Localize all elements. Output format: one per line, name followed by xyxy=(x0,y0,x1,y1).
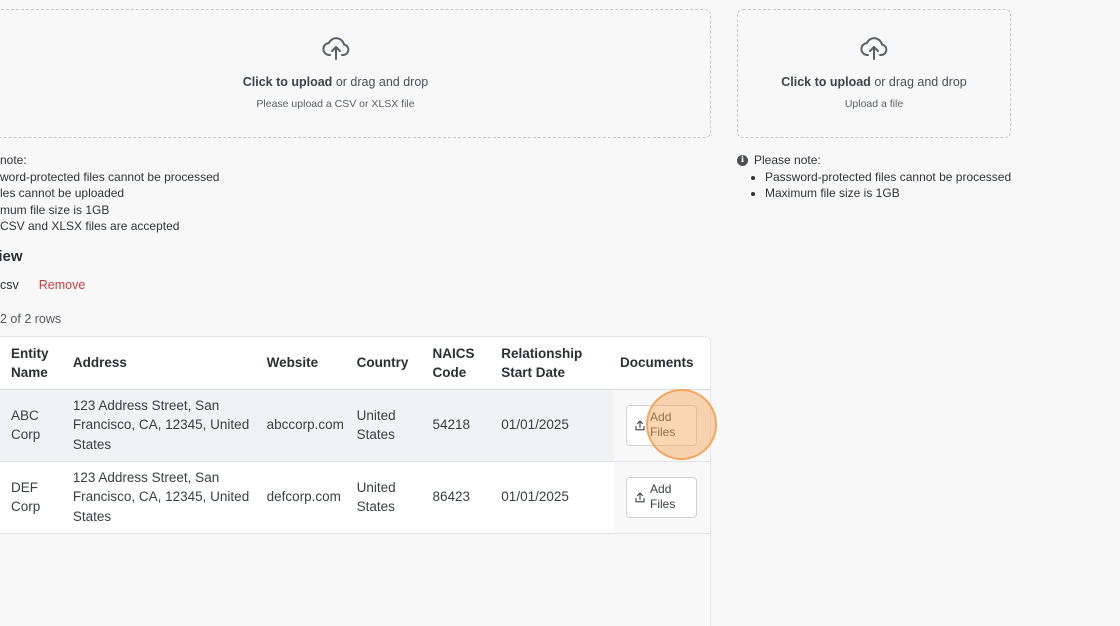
cell-website: defcorp.com xyxy=(260,461,351,534)
note-item: mum file size is 1GB xyxy=(0,202,110,217)
cell-country: United States xyxy=(350,389,427,462)
table-header-row: Entity Name Address Website Country NAIC… xyxy=(0,337,710,390)
note-item: Password-protected files cannot be proce… xyxy=(765,169,1011,186)
cell-relationship-start-date: 01/01/2025 xyxy=(495,461,615,534)
notes-heading: Please note: xyxy=(754,153,821,167)
cell-relationship-start-date: 01/01/2025 xyxy=(495,389,615,462)
cell-address: 123 Address Street, San Francisco, CA, 1… xyxy=(66,389,261,462)
add-files-label: Add Files xyxy=(650,409,676,440)
upload-cta: Click to upload or drag and drop xyxy=(0,75,710,89)
primary-upload-notes: note: word-protected files cannot be pro… xyxy=(0,152,219,235)
preview-table-container: Entity Name Address Website Country NAIC… xyxy=(0,336,711,626)
table-row: ABC Corp 123 Address Street, San Francis… xyxy=(0,389,710,462)
note-item: CSV and XLSX files are accepted xyxy=(0,219,180,233)
info-icon: i xyxy=(737,154,748,166)
upload-hint: Upload a file xyxy=(844,98,904,110)
upload-icon xyxy=(635,420,645,430)
remove-file-link[interactable]: Remove xyxy=(39,278,86,292)
header-documents: Documents xyxy=(614,337,710,390)
click-to-upload-text[interactable]: Click to upload xyxy=(781,75,871,89)
secondary-upload-dropzone[interactable]: Click to upload or drag and drop Upload … xyxy=(737,9,1011,138)
cell-country: United States xyxy=(350,461,427,534)
cell-entity-name: DEF Corp xyxy=(0,461,67,534)
note-item: Maximum file size is 1GB xyxy=(765,185,1011,202)
click-to-upload-text[interactable]: Click to upload xyxy=(243,75,333,89)
cell-website: abccorp.com xyxy=(260,389,351,462)
header-relationship-start-date: Relationship Start Date xyxy=(495,337,615,390)
cell-naics-code: 54218 xyxy=(426,389,496,462)
upload-cta: Click to upload or drag and drop xyxy=(738,75,1010,89)
header-address: Address xyxy=(66,337,261,390)
page: Click to upload or drag and drop Please … xyxy=(0,0,1120,626)
notes-heading: note: xyxy=(0,153,27,167)
cloud-upload-icon xyxy=(860,37,888,60)
upload-icon xyxy=(635,492,645,502)
notes-heading-row: i Please note: xyxy=(737,152,1011,169)
note-item: word-protected files cannot be processed xyxy=(0,169,220,184)
drag-drop-text: or drag and drop xyxy=(874,75,967,89)
secondary-upload-notes: i Please note: Password-protected files … xyxy=(737,152,1011,202)
uploaded-file-line: csv Remove xyxy=(0,278,85,292)
uploaded-file-name: csv xyxy=(0,278,19,292)
header-entity-name: Entity Name xyxy=(0,337,67,390)
table-row: DEF Corp 123 Address Street, San Francis… xyxy=(0,461,710,534)
header-website: Website xyxy=(260,337,351,390)
add-files-button[interactable]: Add Files xyxy=(626,404,698,446)
preview-table: Entity Name Address Website Country NAIC… xyxy=(0,337,710,534)
preview-title: view xyxy=(0,248,23,265)
notes-list: Password-protected files cannot be proce… xyxy=(737,169,1011,202)
row-count: 2 of 2 rows xyxy=(0,312,62,326)
upload-hint: Please upload a CSV or XLSX file xyxy=(256,98,415,110)
primary-upload-dropzone[interactable]: Click to upload or drag and drop Please … xyxy=(0,9,711,138)
note-item: les cannot be uploaded xyxy=(0,186,125,200)
cell-entity-name: ABC Corp xyxy=(0,389,67,462)
cell-naics-code: 86423 xyxy=(426,461,496,534)
cell-address: 123 Address Street, San Francisco, CA, 1… xyxy=(66,461,261,534)
header-country: Country xyxy=(350,337,427,390)
add-files-button[interactable]: Add Files xyxy=(626,476,698,518)
cloud-upload-icon xyxy=(321,37,349,60)
drag-drop-text: or drag and drop xyxy=(335,75,429,89)
add-files-label: Add Files xyxy=(650,481,676,512)
cell-documents: Add Files xyxy=(614,461,710,534)
notes-list: word-protected files cannot be processed… xyxy=(0,169,219,235)
header-naics-code: NAICS Code xyxy=(426,337,496,390)
cell-documents: Add Files xyxy=(614,389,710,462)
